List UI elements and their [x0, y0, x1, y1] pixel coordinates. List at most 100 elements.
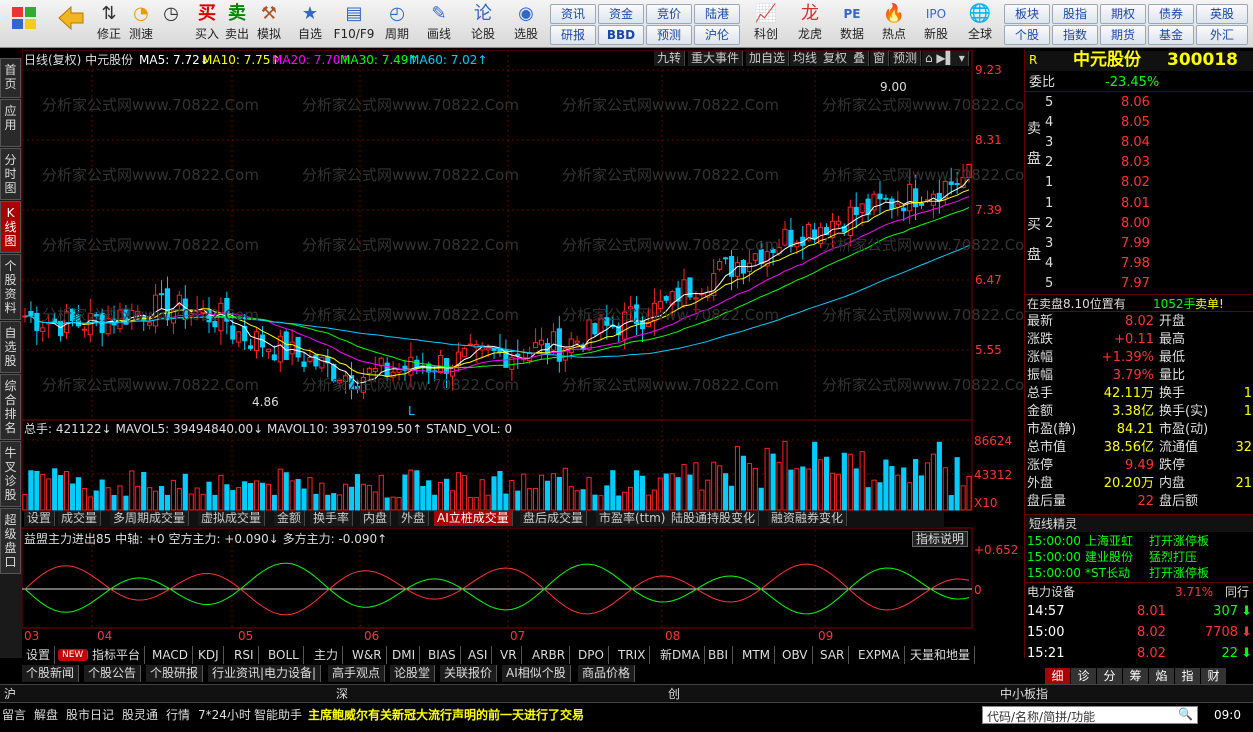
bid-row[interactable]: 4 7.98: [1025, 255, 1253, 273]
market-sh[interactable]: 沪: [4, 687, 16, 701]
tab-add-watch[interactable]: 加自选: [746, 51, 790, 66]
index-button[interactable]: 指数: [1052, 25, 1098, 45]
windows-button[interactable]: [4, 2, 44, 46]
period-button[interactable]: ◴ 周期: [378, 2, 416, 46]
simulate-button[interactable]: ⚒ 模拟: [254, 2, 284, 46]
market-cy[interactable]: 创: [668, 687, 680, 701]
vol-tab-amount[interactable]: 金额: [274, 511, 306, 526]
ind-tab-vr[interactable]: VR: [496, 646, 522, 664]
single-stock-button[interactable]: 个股: [1004, 25, 1050, 45]
tab-window[interactable]: 窗: [870, 51, 890, 66]
sidebar-item-apps[interactable]: 应用: [0, 99, 21, 147]
ind-tab-newdma[interactable]: 新DMA: [656, 646, 705, 664]
fund-button[interactable]: 基金: [1148, 25, 1194, 45]
sidebar-item-watchlist[interactable]: 自选股: [0, 321, 21, 373]
ask-row[interactable]: 5 8.06: [1025, 94, 1253, 112]
bbd-button[interactable]: BBD: [598, 25, 644, 45]
funds-button[interactable]: 资金: [598, 4, 644, 24]
status-message[interactable]: 留言: [2, 708, 26, 722]
buy-button[interactable]: 买买入: [192, 2, 222, 46]
right-tab-5[interactable]: 指: [1175, 668, 1200, 684]
shanghai-london-button[interactable]: 沪伦: [694, 25, 740, 45]
ind-tab-macd[interactable]: MACD: [148, 646, 193, 664]
ind-tab-vol-extreme[interactable]: 天量和地量: [906, 646, 976, 664]
data-button[interactable]: PE 数据: [832, 2, 872, 46]
hk-connect-button[interactable]: 陆港: [694, 4, 740, 24]
status-7x24[interactable]: 7*24小时: [198, 708, 251, 722]
tab-nav-icons[interactable]: ⌂ ▶▌ ▾: [922, 51, 969, 66]
info-tab-industry[interactable]: 行业资讯|电力设备|: [208, 665, 322, 682]
market-sz[interactable]: 深: [336, 687, 348, 701]
ipo-button[interactable]: IPO 新股: [916, 2, 956, 46]
news-ticker[interactable]: 主席鲍威尔有关新冠大流行声明的前一天进行了交易: [308, 708, 584, 722]
search-box[interactable]: 代码/名称/简拼/功能 🔍: [982, 706, 1198, 724]
kline-chart-area[interactable]: 分析家公式网www.70822.Com 分析家公式网www.70822.Com 分析…: [22, 50, 1024, 658]
forex-button[interactable]: 外汇: [1196, 25, 1248, 45]
ind-tab-sar[interactable]: SAR: [816, 646, 850, 664]
bid-row[interactable]: 3 7.99: [1025, 235, 1253, 253]
sector-button[interactable]: 板块: [1004, 4, 1050, 24]
right-tab-6[interactable]: 财: [1201, 668, 1226, 684]
ind-tab-wr[interactable]: W&R: [348, 646, 387, 664]
drawline-button[interactable]: ✎ 画线: [420, 2, 458, 46]
right-tab-4[interactable]: 焰: [1149, 668, 1174, 684]
options-button[interactable]: 期权: [1100, 4, 1146, 24]
back-button[interactable]: [52, 2, 88, 46]
f10-button[interactable]: ▤ F10/F9: [332, 2, 376, 46]
bid-row[interactable]: 5 7.97: [1025, 275, 1253, 293]
stock-select-button[interactable]: ◉ 选股: [506, 2, 546, 46]
right-tab-2[interactable]: 分: [1097, 668, 1122, 684]
vol-tab-margin[interactable]: 融资融券变化: [768, 511, 848, 526]
ind-tab-bbi[interactable]: BBI: [704, 646, 734, 664]
vol-tab-turnover[interactable]: 换手率: [310, 511, 354, 526]
right-tab-1[interactable]: 诊: [1071, 668, 1096, 684]
ind-tab-boll[interactable]: BOLL: [264, 646, 304, 664]
right-tab-3[interactable]: 筹: [1123, 668, 1148, 684]
right-tab-0[interactable]: 细: [1045, 668, 1070, 684]
sidebar-item-home[interactable]: 首页: [0, 58, 21, 98]
search-icon[interactable]: 🔍: [1178, 707, 1193, 721]
status-diary[interactable]: 股市日记: [66, 708, 114, 722]
info-tab-news[interactable]: 个股新闻: [22, 665, 80, 682]
tab-ma[interactable]: 均线: [790, 51, 822, 66]
ind-tab-settings[interactable]: 设置: [22, 646, 56, 664]
short-item[interactable]: 15:00:00 建业股份 猛烈打压: [1025, 549, 1253, 565]
vol-tab-settings[interactable]: 设置: [24, 511, 56, 526]
vol-tab-multiperiod[interactable]: 多周期成交量: [110, 511, 190, 526]
speed-button[interactable]: ◔ 测速: [124, 2, 158, 46]
star-market-button[interactable]: 📈 科创: [746, 2, 786, 46]
search-input[interactable]: 代码/名称/简拼/功能: [987, 708, 1095, 725]
status-linktong[interactable]: 股灵通: [122, 708, 158, 722]
ind-tab-rsi[interactable]: RSI: [230, 646, 259, 664]
ask-row[interactable]: 4 8.05: [1025, 114, 1253, 132]
sidebar-item-diagnosis[interactable]: 牛叉诊股: [0, 441, 21, 507]
info-tab-related[interactable]: 关联报价: [440, 665, 498, 682]
watchlist-button[interactable]: ★ 自选: [292, 2, 328, 46]
ind-tab-dpo[interactable]: DPO: [574, 646, 609, 664]
ask-row[interactable]: 2 8.03: [1025, 154, 1253, 172]
status-quotes[interactable]: 行情: [166, 708, 190, 722]
sidebar-item-timeshare[interactable]: 分时图: [0, 148, 21, 200]
vol-tab-volume[interactable]: 成交量: [58, 511, 102, 526]
vol-tab-hk-holding[interactable]: 陆股通持股变化: [668, 511, 760, 526]
global-button[interactable]: 🌐 全球: [958, 2, 1002, 46]
futures-button[interactable]: 期货: [1100, 25, 1146, 45]
uk-stock-button[interactable]: 英股: [1196, 4, 1248, 24]
ind-tab-trix[interactable]: TRIX: [614, 646, 651, 664]
vol-tab-virtual[interactable]: 虚拟成交量: [198, 511, 266, 526]
clock-test-button[interactable]: ◷: [156, 2, 186, 46]
vol-tab-pe[interactable]: 市盈率(ttm): [596, 511, 670, 526]
auction-button[interactable]: 竞价: [646, 4, 692, 24]
dragon-tiger-button[interactable]: 龙龙虎: [790, 2, 830, 46]
ind-tab-main[interactable]: 主力: [310, 646, 344, 664]
tab-adjust[interactable]: 复权: [820, 51, 852, 66]
status-analysis[interactable]: 解盘: [34, 708, 58, 722]
info-tab-ai-similar[interactable]: AI相似个股: [502, 665, 571, 682]
ind-tab-kdj[interactable]: KDJ: [194, 646, 224, 664]
vol-tab-outer[interactable]: 外盘: [398, 511, 430, 526]
info-tab-commodity[interactable]: 商品价格: [578, 665, 636, 682]
sidebar-item-ranking[interactable]: 综合排名: [0, 374, 21, 440]
info-tab-forum[interactable]: 论股堂: [390, 665, 436, 682]
ind-tab-expma[interactable]: EXPMA: [854, 646, 905, 664]
sell-button[interactable]: 卖卖出: [222, 2, 252, 46]
